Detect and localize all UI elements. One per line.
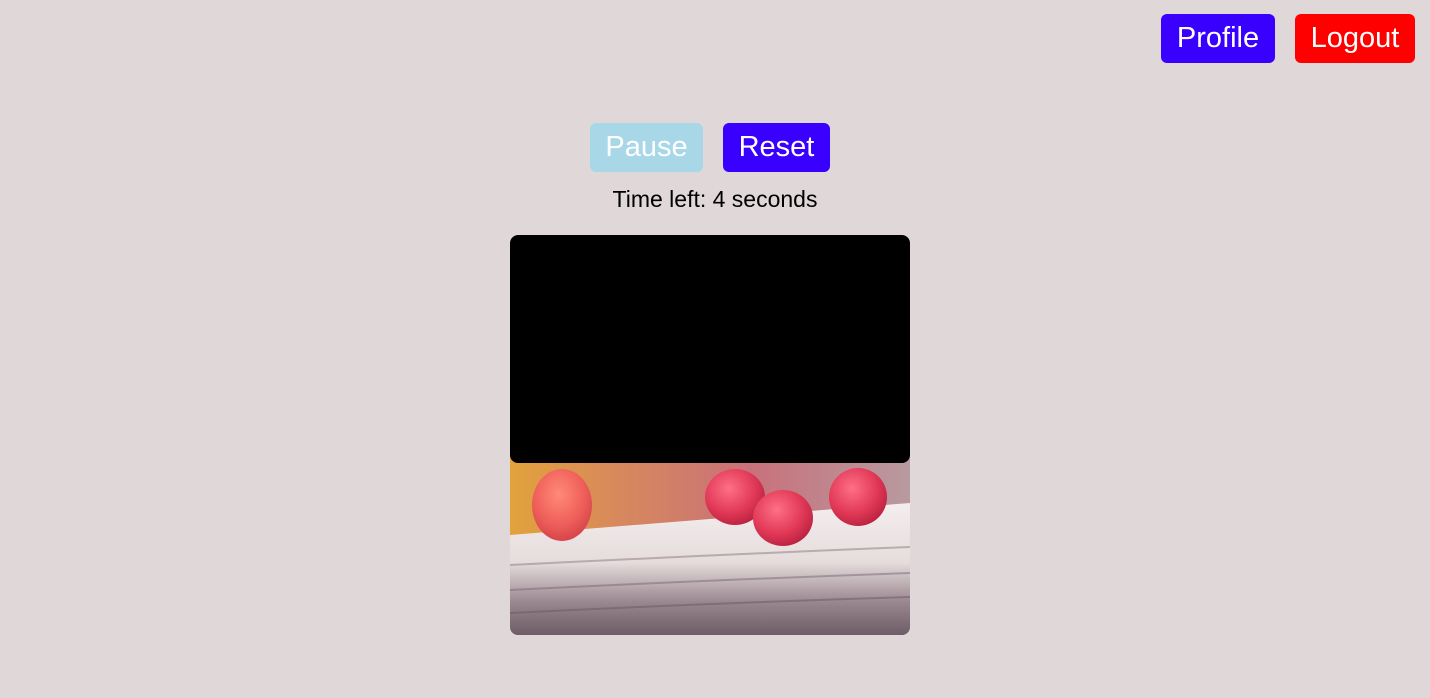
time-left-text: Time left: 4 seconds [612, 186, 818, 212]
image-reveal-area [510, 235, 910, 635]
page: Profile Logout Pause Reset Time left: 4 … [0, 0, 1430, 698]
reset-button[interactable]: Reset [723, 123, 830, 172]
image-cover-mask [510, 235, 910, 463]
profile-button[interactable]: Profile [1161, 14, 1275, 63]
logout-button[interactable]: Logout [1295, 14, 1415, 63]
pause-button[interactable]: Pause [590, 123, 703, 172]
